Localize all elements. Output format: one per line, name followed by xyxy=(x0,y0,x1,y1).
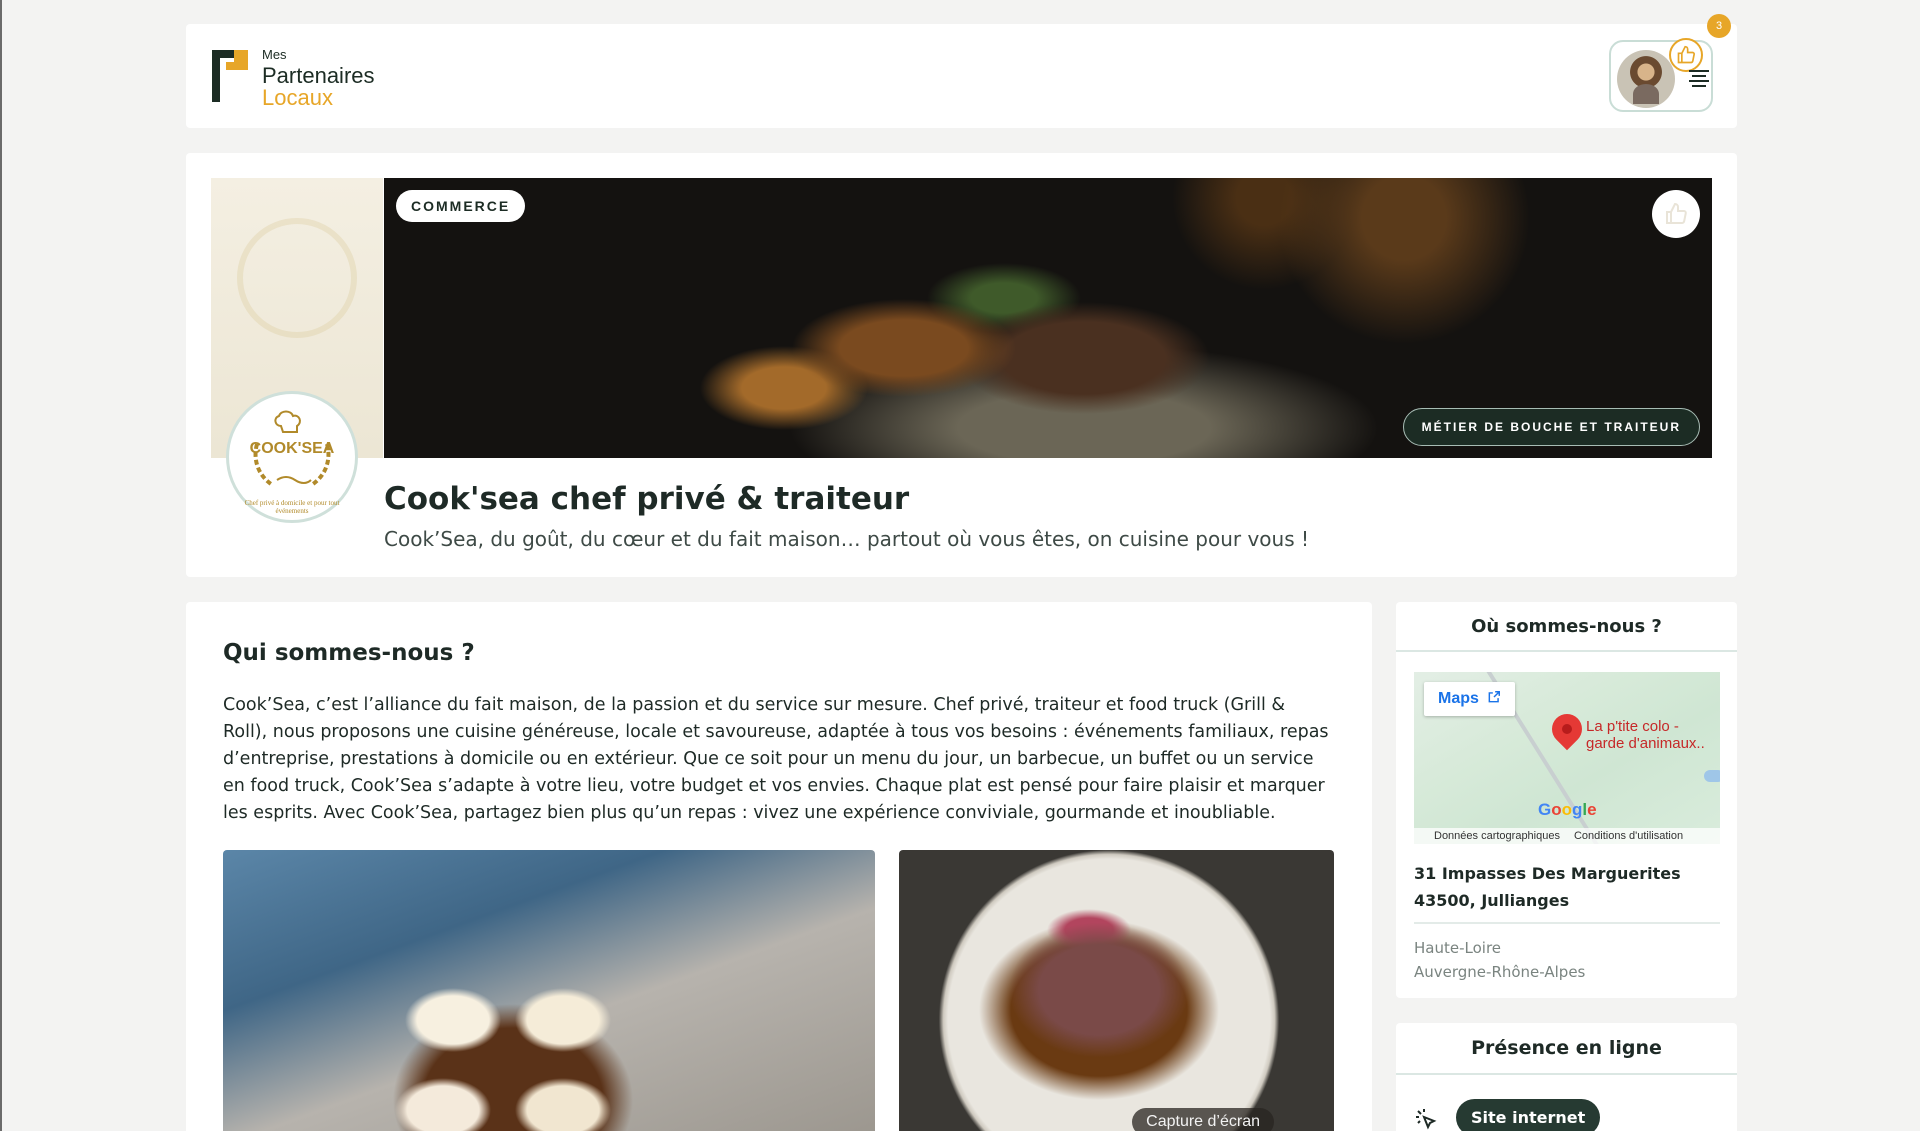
address-street: 31 Impasses Des Marguerites xyxy=(1414,864,1681,883)
business-subtitle: Cook’Sea, du goût, du cœur et du fait ma… xyxy=(384,527,1309,551)
location-card: Où sommes-nous ? Maps La p'tite colo - g… xyxy=(1396,602,1737,998)
thumbs-up-icon xyxy=(1666,202,1687,224)
map-pin-label: La p'tite colo - garde d'animaux.. xyxy=(1586,718,1705,752)
trade-tag[interactable]: MÉTIER DE BOUCHE ET TRAITEUR xyxy=(1402,408,1700,446)
location-heading: Où sommes-nous ? xyxy=(1396,602,1737,652)
about-heading: Qui sommes-nous ? xyxy=(223,640,475,666)
divider xyxy=(1414,922,1720,924)
map-pin-icon[interactable] xyxy=(1545,707,1589,751)
favorites-count-badge: 3 xyxy=(1707,14,1731,38)
business-logo: COOK'SEA Chef privé à domicile et pour t… xyxy=(226,391,358,523)
map-footer: Données cartographiques Conditions d'uti… xyxy=(1414,828,1720,844)
website-button[interactable]: Site internet xyxy=(1456,1099,1601,1131)
open-maps-button[interactable]: Maps xyxy=(1424,682,1516,716)
site-header: Mes Partenaires Locaux 3 xyxy=(186,14,1737,128)
click-cursor-icon xyxy=(1416,1109,1437,1130)
logo-line-mes: Mes xyxy=(262,47,287,62)
map-terms-link[interactable]: Conditions d'utilisation xyxy=(1574,830,1683,842)
logo-line-partenaires: Partenaires xyxy=(262,63,375,88)
gallery-photo-cakes[interactable] xyxy=(223,850,875,1131)
online-heading: Présence en ligne xyxy=(1396,1023,1737,1075)
region: Auvergne-Rhône-Alpes xyxy=(1414,963,1586,981)
avatar xyxy=(1617,50,1675,108)
business-title: Cook'sea chef privé & traiteur xyxy=(384,481,910,517)
favorites-button[interactable]: 3 xyxy=(1669,14,1731,72)
logo-brand-text: COOK'SEA xyxy=(249,440,335,457)
maps-button-label: Maps xyxy=(1438,690,1479,707)
logo-tagline: Chef privé à domicile et pour tout événe… xyxy=(244,499,340,515)
map-data-link[interactable]: Données cartographiques xyxy=(1434,830,1560,842)
thumbs-up-icon xyxy=(1677,45,1696,64)
logo-line-locaux: Locaux xyxy=(262,85,333,110)
gallery-photo-dish[interactable]: Capture d’écran xyxy=(899,850,1334,1131)
site-logo[interactable]: Mes Partenaires Locaux xyxy=(212,46,375,109)
online-presence-card: Présence en ligne Site internet xyxy=(1396,1023,1737,1131)
cover-image: COMMERCE MÉTIER DE BOUCHE ET TRAITEUR xyxy=(384,178,1712,458)
external-link-icon xyxy=(1488,691,1501,703)
about-card: Qui sommes-nous ? Cook’Sea, c’est l’alli… xyxy=(186,602,1372,1131)
like-button[interactable] xyxy=(1652,190,1700,238)
window-edge xyxy=(0,0,2,1131)
logo-text: Mes Partenaires Locaux xyxy=(262,46,375,109)
user-menu-button[interactable]: 3 xyxy=(1609,14,1731,112)
region-info: Haute-Loire Auvergne-Rhône-Alpes xyxy=(1414,936,1585,984)
map-embed[interactable]: Maps La p'tite colo - garde d'animaux.. … xyxy=(1414,672,1720,844)
logo-mark xyxy=(212,46,252,104)
photo-caption: Capture d’écran xyxy=(1132,1108,1274,1131)
address: 31 Impasses Des Marguerites 43500, Julli… xyxy=(1414,860,1681,914)
about-text: Cook’Sea, c’est l’alliance du fait maiso… xyxy=(223,695,1329,823)
category-tag[interactable]: COMMERCE xyxy=(396,190,526,222)
business-hero-card: COMMERCE MÉTIER DE BOUCHE ET TRAITEUR CO… xyxy=(186,153,1737,577)
department: Haute-Loire xyxy=(1414,939,1502,957)
address-city: 43500, Jullianges xyxy=(1414,891,1570,910)
google-logo: Google xyxy=(1538,800,1597,819)
menu-icon[interactable] xyxy=(1689,70,1709,88)
